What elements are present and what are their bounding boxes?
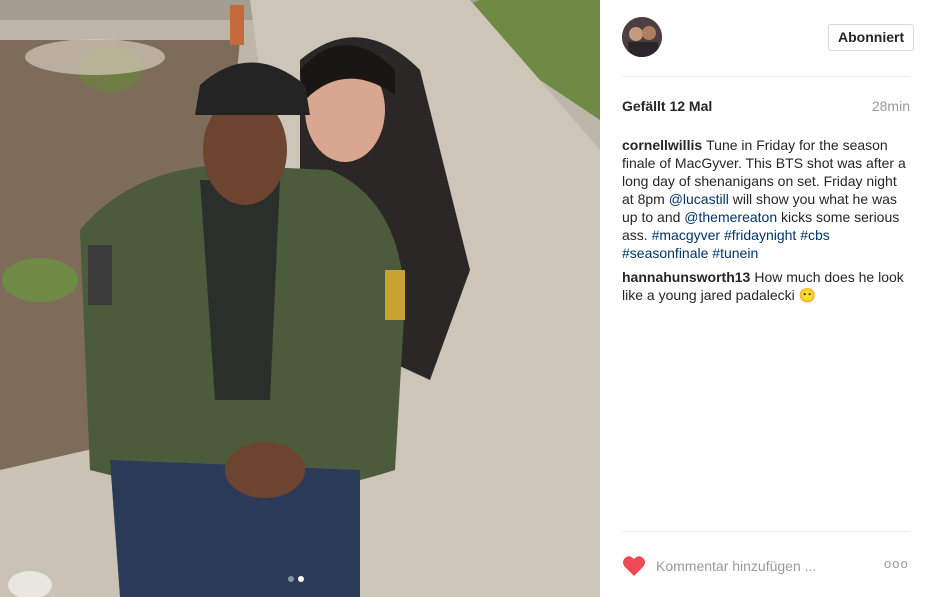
- comment-item: hannahunsworth13 How much does he look li…: [622, 268, 912, 304]
- mention-link[interactable]: @lucastill: [669, 191, 729, 207]
- actions-divider: [622, 531, 910, 532]
- comment-input[interactable]: [656, 556, 836, 576]
- comments-list: cornellwillis Tune in Friday for the seas…: [622, 136, 912, 310]
- carousel-dot[interactable]: [288, 576, 294, 582]
- caption-username[interactable]: cornellwillis: [622, 137, 702, 153]
- post-photo[interactable]: [0, 0, 600, 597]
- hashtag-link[interactable]: #fridaynight: [724, 227, 796, 243]
- hashtag-link[interactable]: #seasonfinale: [622, 245, 708, 261]
- mention-link[interactable]: @themereaton: [684, 209, 777, 225]
- avatar-image: [622, 17, 662, 57]
- comment-username[interactable]: hannahunsworth13: [622, 269, 750, 285]
- carousel-dot-active[interactable]: [298, 576, 304, 582]
- hashtag-link[interactable]: #tunein: [712, 245, 758, 261]
- caption: cornellwillis Tune in Friday for the seas…: [622, 136, 912, 262]
- more-options-icon[interactable]: ooo: [884, 556, 909, 571]
- likes-count[interactable]: Gefällt 12 Mal: [622, 98, 712, 114]
- post-time[interactable]: 28min: [872, 98, 910, 114]
- heart-icon[interactable]: [622, 555, 646, 577]
- avatar[interactable]: [622, 17, 662, 57]
- carousel-indicator[interactable]: [288, 576, 304, 582]
- header-divider: [622, 76, 910, 77]
- hashtag-link[interactable]: #cbs: [800, 227, 830, 243]
- photo-scene: [0, 0, 600, 597]
- follow-button[interactable]: Abonniert: [828, 24, 915, 51]
- hashtag-link[interactable]: #macgyver: [652, 227, 720, 243]
- post-sidebar: Abonniert Gefällt 12 Mal 28min cornellwi…: [600, 0, 934, 597]
